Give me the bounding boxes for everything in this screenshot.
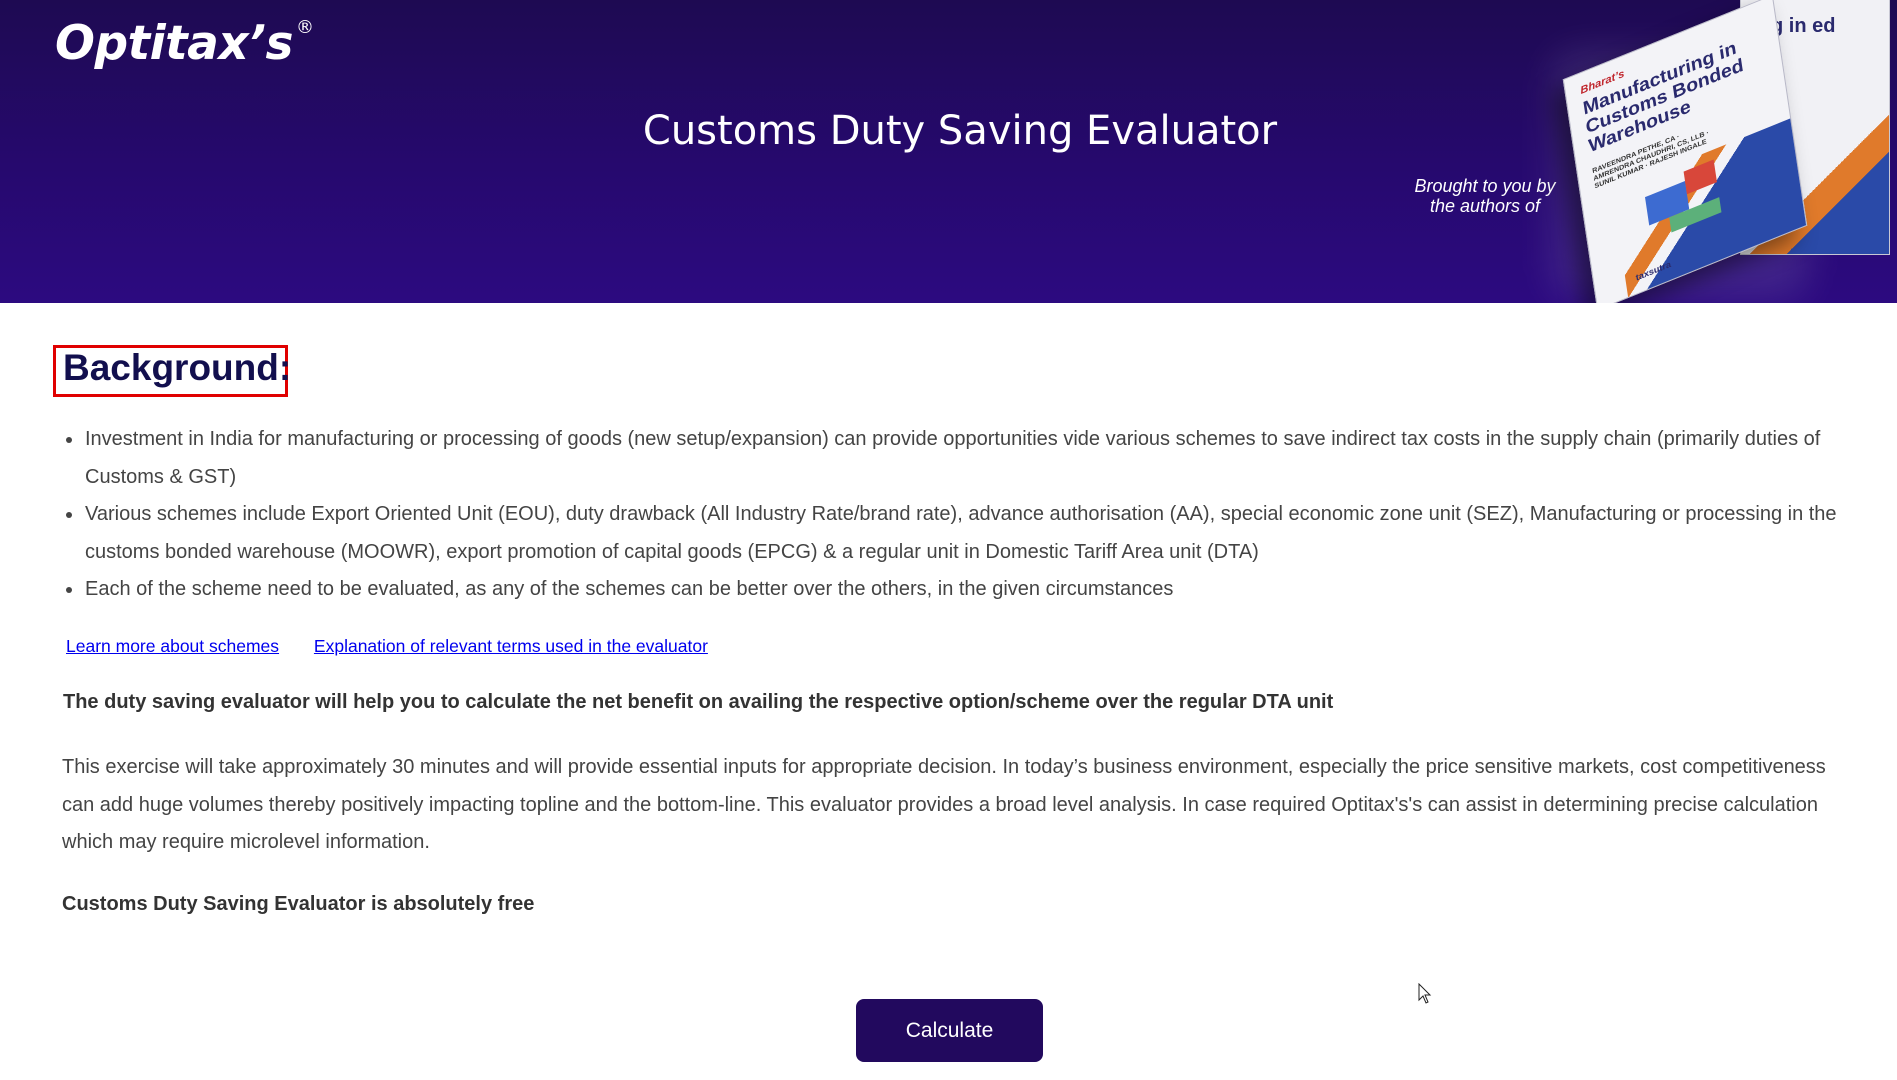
evaluator-intro: The duty saving evaluator will help you … (63, 691, 1334, 713)
main-content: Background: Investment in India for manu… (0, 303, 1897, 1080)
learn-more-schemes-link[interactable]: Learn more about schemes (66, 636, 279, 656)
optitax-logo[interactable]: Optitax’s ® (55, 16, 314, 71)
background-bullet-list: Investment in India for manufacturing or… (62, 421, 1842, 609)
mouse-cursor-icon (1418, 983, 1432, 1004)
exercise-description: This exercise will take approximately 30… (62, 756, 1826, 853)
background-heading: Background: (63, 347, 292, 388)
free-note: Customs Duty Saving Evaluator is absolut… (62, 893, 535, 915)
list-item: Each of the scheme need to be evaluated,… (62, 571, 1842, 609)
info-links: Learn more about schemes Explanation of … (66, 636, 738, 657)
header-banner: Optitax’s ® Customs Duty Saving Evaluator… (0, 0, 1897, 303)
registered-mark: ® (296, 17, 314, 38)
logo-text: Optitax’s (55, 16, 294, 71)
terms-explanation-link[interactable]: Explanation of relevant terms used in th… (314, 636, 708, 656)
list-item: Investment in India for manufacturing or… (62, 421, 1842, 496)
calculate-button[interactable]: Calculate (856, 999, 1043, 1062)
book-back-title: g in ed (1771, 15, 1836, 37)
list-item: Various schemes include Export Oriented … (62, 496, 1842, 571)
book-cover-image: g in ed Bharat’s Manufacturing in Custom… (1540, 0, 1890, 303)
